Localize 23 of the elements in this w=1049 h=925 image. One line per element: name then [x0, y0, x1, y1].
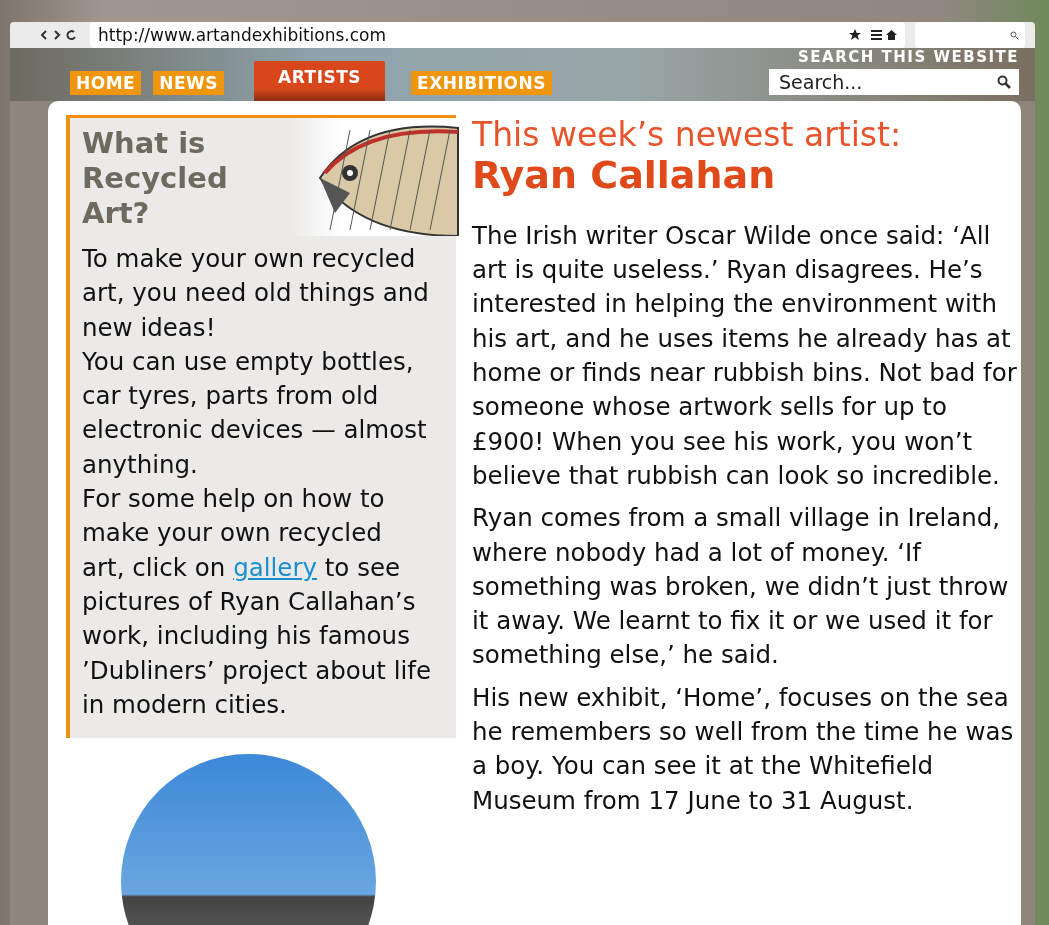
menu-icon[interactable] — [871, 30, 882, 40]
address-bar[interactable]: http://www.artandexhibitions.com — [90, 22, 905, 48]
star-icon[interactable] — [849, 29, 861, 41]
article-title: Ryan Callahan — [472, 153, 777, 199]
box-title: What is Recycled Art? — [82, 126, 229, 232]
article-paragraph: The Irish writer Oscar Wilde once said: ‘All art is quite useless.’ Ryan disagrees. He’s interested in helping the environment with his art, and he uses items he already has at home or finds near rubbish bins. Not bad for someone whose artwork sells for up to £900! When you see his work, you won’t believe that rubbish can look so incredible. — [472, 219, 1018, 492]
nav-tab[interactable]: ARTISTS — [254, 61, 386, 101]
search-label: SEARCH THIS WEBSITE — [798, 48, 1019, 66]
search-icon[interactable] — [997, 75, 1011, 89]
article-kicker: This week’s newest artist: — [472, 117, 903, 154]
gallery-link[interactable]: gallery — [233, 552, 317, 582]
box-paragraph: You can use empty bottles, car tyres, parts from old electronic devices — almost anything. — [82, 345, 428, 481]
box-paragraph: For some help on how to make your own recycled art, click on gallery to see pictures of Ryan Callahan’s work, including his famous ’Dubliners’ project about life in modern cities. — [82, 483, 432, 721]
nav-tab[interactable]: NEWS — [153, 71, 225, 95]
nav-tab[interactable]: HOME — [70, 71, 142, 95]
box-paragraph: To make your own recycled art, you need old things and new ideas! — [82, 243, 430, 344]
article-paragraph: Ryan comes from a small village in Ireland, where nobody had a lot of money. ‘If something was broken, we didn’t just throw it away. We learnt to fix it or we used it for something else,’ he said. — [472, 502, 1010, 672]
search-icon — [1010, 30, 1019, 40]
browser-search-field[interactable] — [915, 22, 1025, 48]
home-icon[interactable] — [886, 30, 897, 40]
search-field[interactable]: Search... — [769, 69, 1019, 95]
nav-tab[interactable]: EXHIBITIONS — [411, 71, 552, 95]
article-paragraph: His new exhibit, ‘Home’, focuses on the sea he remembers so well from the time he was a boy. You can see it at the Whitefield Museum from 17 June to 31 August. — [472, 681, 1015, 817]
